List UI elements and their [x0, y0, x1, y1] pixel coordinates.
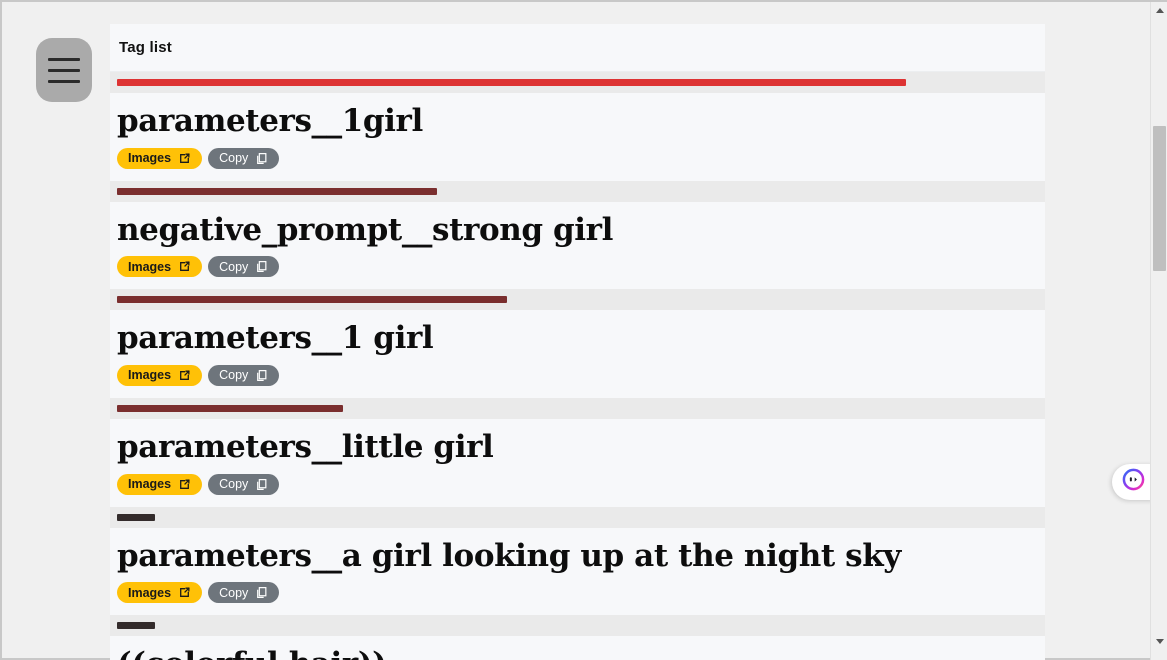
copy-button-label: Copy: [219, 368, 249, 383]
copy-icon: [255, 586, 268, 599]
tag-title: parameters__1girl: [117, 103, 423, 139]
tag-list-container: Tag list parameters__1girl Images Copy nega…: [110, 24, 1045, 660]
copy-button-label: Copy: [219, 150, 249, 165]
external-link-icon: [178, 586, 191, 599]
copy-icon: [255, 260, 268, 273]
copy-icon: [255, 152, 268, 165]
page-title: Tag list: [119, 39, 172, 56]
images-button[interactable]: Images: [117, 256, 203, 278]
hamburger-menu-icon-line: [48, 68, 80, 72]
tag-frequency-bar-track: [110, 289, 1045, 311]
scroll-up-arrow-icon[interactable]: [1151, 2, 1167, 19]
images-button[interactable]: Images: [117, 147, 203, 169]
tag-actions: Images Copy: [117, 473, 1045, 495]
tag-row[interactable]: parameters__a girl looking up at the nig…: [110, 527, 1045, 616]
list-header: Tag list: [110, 24, 1045, 72]
copy-button[interactable]: Copy: [208, 582, 280, 604]
tag-frequency-bar-track: [110, 506, 1045, 528]
images-button[interactable]: Images: [117, 582, 203, 604]
tag-frequency-bar-fill: [117, 622, 155, 630]
tag-row[interactable]: ((colorful hair))ImagesCopy: [110, 636, 1045, 660]
tag-row-list: parameters__1girl Images Copy negative_prom…: [110, 72, 1045, 660]
copy-icon: [255, 478, 268, 491]
tag-row[interactable]: negative_prompt__strong girl Images Copy: [110, 201, 1045, 290]
copy-button[interactable]: Copy: [208, 256, 280, 278]
images-button-label: Images: [128, 259, 172, 274]
copy-button-label: Copy: [219, 585, 249, 600]
images-button-label: Images: [128, 476, 172, 491]
external-link-icon: [178, 260, 191, 273]
tag-frequency-bar-fill: [117, 296, 507, 304]
triangle-down: [1155, 639, 1164, 644]
tag-actions: Images Copy: [117, 256, 1045, 278]
assistant-widget[interactable]: [1112, 464, 1154, 500]
external-link-icon: [178, 478, 191, 491]
tag-title: ((colorful hair)): [117, 645, 1045, 660]
vertical-scrollbar[interactable]: [1150, 2, 1167, 660]
tag-actions: Images Copy: [117, 147, 1045, 169]
tag-row[interactable]: parameters__little girl Images Copy: [110, 419, 1045, 507]
tag-frequency-bar-fill: [117, 187, 437, 195]
images-button-label: Images: [128, 150, 172, 165]
tag-frequency-bar-track: [110, 72, 1045, 93]
tag-row[interactable]: parameters__1girl Images Copy: [110, 93, 1045, 181]
images-button-label: Images: [128, 585, 172, 600]
tag-frequency-bar-track: [110, 398, 1045, 420]
hamburger-menu-icon-line: [48, 57, 80, 61]
scrollbar-thumb[interactable]: [1153, 126, 1166, 271]
tag-actions: Images Copy: [117, 582, 1045, 604]
tag-frequency-bar-fill: [117, 513, 155, 521]
tag-title: negative_prompt__strong girl: [117, 211, 613, 248]
hamburger-menu-button[interactable]: [36, 38, 92, 102]
tag-frequency-bar-fill: [117, 405, 343, 413]
scroll-down-arrow-icon[interactable]: [1151, 633, 1167, 650]
tag-frequency-bar-track: [110, 615, 1045, 637]
external-link-icon: [178, 369, 191, 382]
images-button[interactable]: Images: [117, 473, 203, 495]
images-button-label: Images: [128, 368, 172, 383]
assistant-face-icon: [1122, 468, 1145, 496]
tag-frequency-bar-track: [110, 180, 1045, 202]
copy-button[interactable]: Copy: [208, 147, 280, 169]
images-button[interactable]: Images: [117, 365, 203, 387]
copy-button[interactable]: Copy: [208, 365, 280, 387]
tag-title: parameters__little girl: [117, 429, 494, 466]
copy-icon: [255, 369, 268, 382]
triangle-up: [1155, 8, 1164, 13]
hamburger-menu-icon-line: [48, 79, 80, 83]
copy-button[interactable]: Copy: [208, 473, 280, 495]
tag-actions: Images Copy: [117, 365, 1045, 387]
copy-button-label: Copy: [219, 259, 249, 274]
tag-frequency-bar-fill: [117, 79, 906, 86]
application-window: Tag list parameters__1girl Images Copy nega…: [0, 0, 1167, 660]
tag-title: parameters__a girl looking up at the nig…: [117, 537, 901, 574]
tag-title: parameters__1 girl: [117, 320, 434, 357]
tag-row[interactable]: parameters__1 girl Images Copy: [110, 310, 1045, 399]
external-link-icon: [178, 152, 191, 165]
copy-button-label: Copy: [219, 476, 249, 491]
